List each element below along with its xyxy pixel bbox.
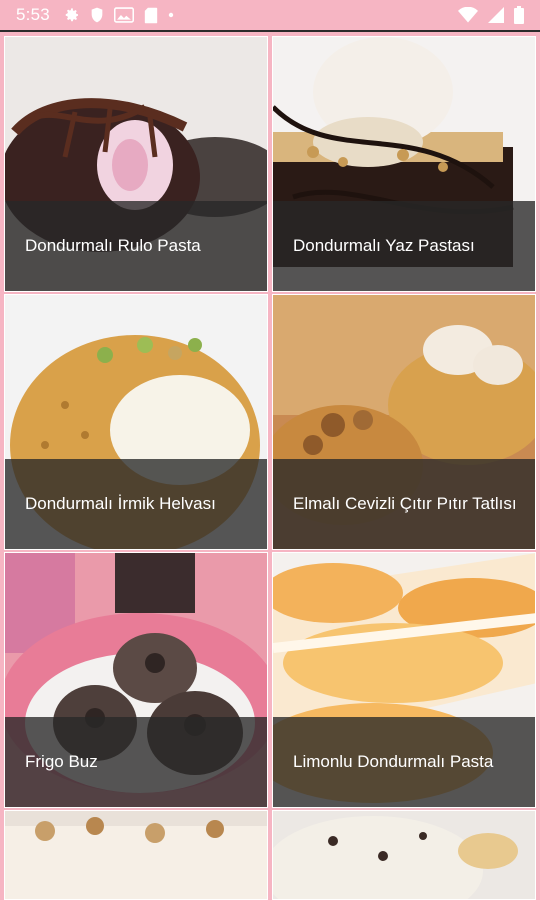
- recipe-title: Frigo Buz: [5, 717, 267, 807]
- gallery-icon: [113, 7, 134, 23]
- recipe-card[interactable]: Elmalı Cevizli Çıtır Pıtır Tatlısı: [272, 294, 536, 550]
- app-bar-edge: [0, 30, 540, 32]
- recipe-card[interactable]: Dondurmalı Rulo Pasta: [4, 36, 268, 292]
- battery-icon: [514, 6, 524, 24]
- recipe-title: Dondurmalı Rulo Pasta: [5, 201, 267, 291]
- shield-icon: [90, 7, 104, 23]
- recipe-card[interactable]: Limonlu Dondurmalı Pasta: [272, 552, 536, 808]
- recipe-title: Elmalı Cevizli Çıtır Pıtır Tatlısı: [273, 459, 535, 549]
- recipe-grid[interactable]: Dondurmalı Rulo Pasta Dondurmalı Yaz Pas…: [4, 36, 536, 900]
- recipe-photo: [273, 811, 535, 899]
- recipe-card[interactable]: Dondurmalı Yaz Pastası: [272, 36, 536, 292]
- recipe-card[interactable]: [4, 810, 268, 900]
- sd-card-icon: [144, 7, 158, 24]
- recipe-title: Dondurmalı Yaz Pastası: [273, 201, 535, 291]
- signal-icon: [488, 7, 504, 23]
- recipe-card[interactable]: [272, 810, 536, 900]
- recipe-photo: [5, 811, 267, 899]
- wifi-icon: [458, 7, 478, 23]
- recipe-title: Limonlu Dondurmalı Pasta: [273, 717, 535, 807]
- status-right-icons: [458, 6, 524, 24]
- status-time: 5:53: [16, 5, 50, 24]
- dot-icon: [168, 12, 174, 18]
- recipe-title: Dondurmalı İrmik Helvası: [5, 459, 267, 549]
- gear-icon: [64, 7, 80, 23]
- recipe-card[interactable]: Dondurmalı İrmik Helvası: [4, 294, 268, 550]
- status-bar: 5:53: [0, 0, 540, 30]
- recipe-card[interactable]: Frigo Buz: [4, 552, 268, 808]
- status-left-icons: [64, 7, 174, 24]
